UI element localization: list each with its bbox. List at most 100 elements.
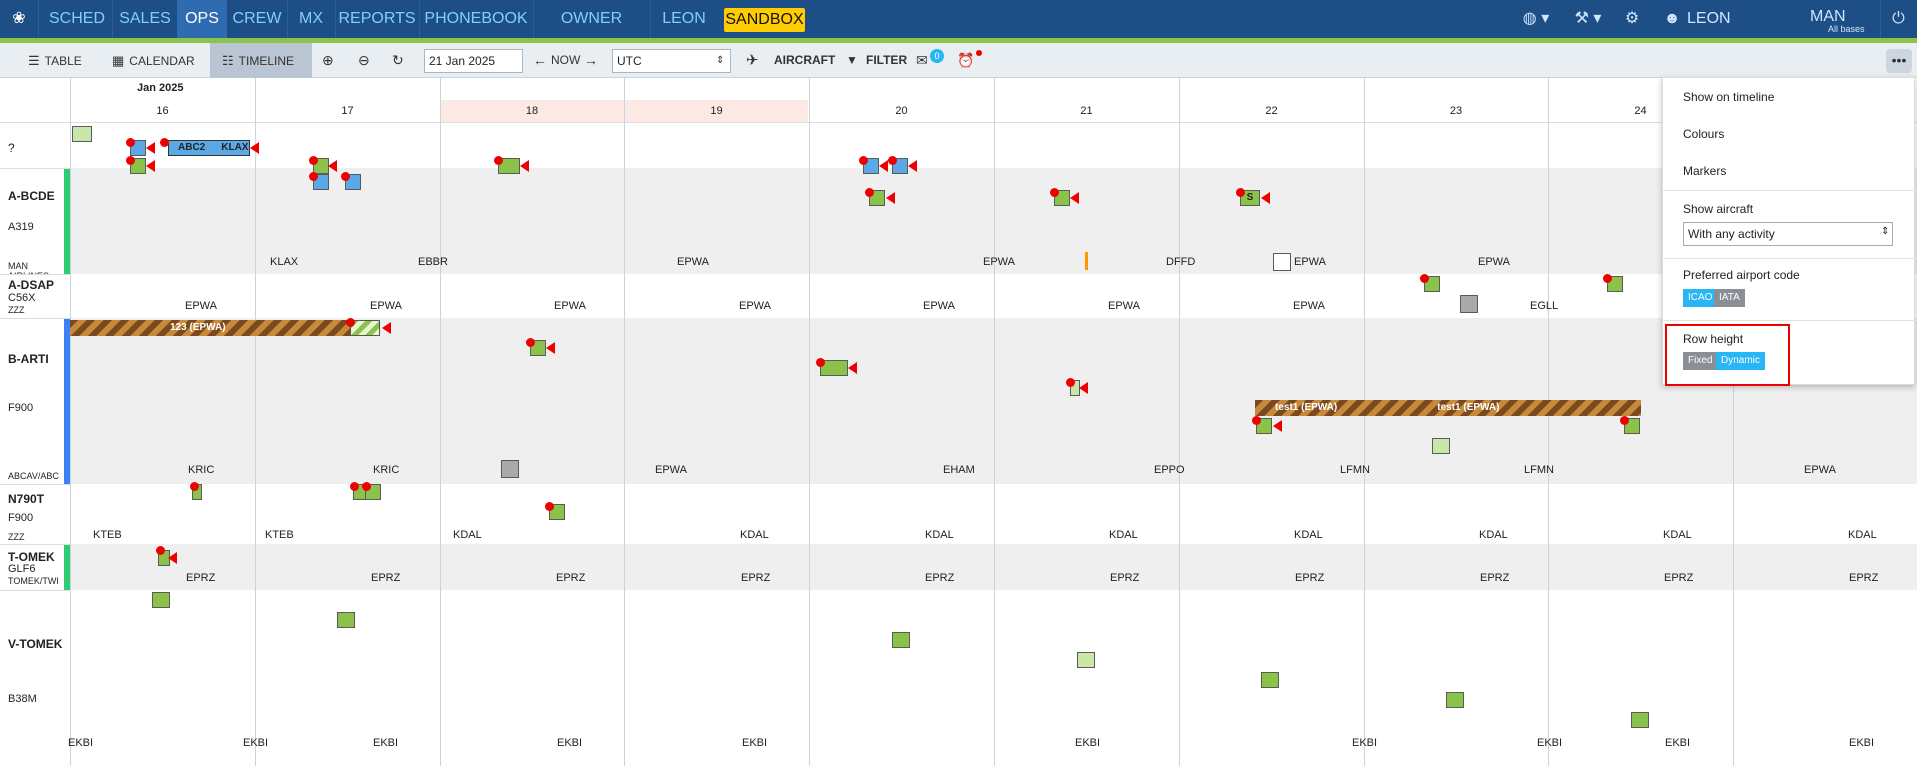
airplane-icon: ✈ <box>746 52 759 69</box>
refresh-icon[interactable]: ↻ <box>392 43 412 78</box>
airport-code: EPRZ <box>186 572 216 584</box>
lane-label-a-dsap[interactable]: A-DSAP C56X ZZZ <box>0 274 70 318</box>
airport-code: EPPO <box>1154 464 1185 476</box>
nav-divider <box>533 0 534 38</box>
zoom-out-icon[interactable]: ⊖ <box>358 43 378 78</box>
nav-phonebook[interactable]: PHONEBOOK <box>421 0 531 38</box>
lane-label-t-omek[interactable]: T-OMEK GLF6 TOMEK/TWI <box>0 544 70 591</box>
globe-icon[interactable]: ◍ ▾ <box>1516 0 1556 38</box>
airport-code: KRIC <box>188 464 215 476</box>
maintenance-bar-label: 123 (EPWA) <box>170 322 226 333</box>
nav-leon[interactable]: LEON <box>652 0 716 38</box>
airport-code: KDAL <box>740 529 769 541</box>
warning-marker <box>1070 192 1079 204</box>
day-column <box>1548 78 1549 766</box>
warning-marker <box>328 160 337 172</box>
date-input[interactable]: 21 Jan 2025 <box>424 49 523 73</box>
empty-flight-block[interactable] <box>1273 253 1291 271</box>
flight-block[interactable] <box>152 592 170 608</box>
lane-label-unknown[interactable]: ? <box>0 122 70 168</box>
markers-item[interactable]: Markers <box>1683 164 1726 178</box>
alarm-clock-icon[interactable]: ⏰ <box>957 43 977 78</box>
flight-block-label: S <box>1246 192 1254 203</box>
flight-bar[interactable]: ABC2 KLAX <box>168 140 250 156</box>
arrow-left-icon[interactable]: ← <box>533 43 547 78</box>
mail-count-badge: 0 <box>930 49 944 63</box>
nav-mx[interactable]: MX <box>289 0 333 38</box>
nav-ops[interactable]: OPS <box>177 0 227 38</box>
day-header: 20 <box>895 105 908 117</box>
warning-marker <box>546 342 555 354</box>
iata-toggle[interactable]: IATA <box>1714 289 1745 307</box>
alert-dot <box>126 156 135 165</box>
airport-code: EPWA <box>677 256 709 268</box>
zoom-in-icon[interactable]: ⊕ <box>322 43 342 78</box>
nav-reports[interactable]: REPORTS <box>337 0 417 38</box>
flight-block[interactable] <box>892 632 910 648</box>
warning-marker <box>848 362 857 374</box>
aircraft-owner: ABCAV/ABC <box>8 471 59 481</box>
timezone-select[interactable]: UTC <box>612 49 731 73</box>
aircraft-button[interactable]: AIRCRAFT <box>774 43 835 78</box>
user-name-link[interactable]: LEON SUPPORT <box>1687 0 1802 65</box>
lane-label-v-tomek[interactable]: V-TOMEK B38M <box>0 590 70 766</box>
airport-code: KDAL <box>1109 529 1138 541</box>
lane-label-b-arti[interactable]: B-ARTI F900 ABCAV/ABC <box>0 318 70 485</box>
flight-block[interactable] <box>1460 295 1478 313</box>
maintenance-bar[interactable]: 123 (EPWA) <box>70 320 350 336</box>
gear-icon[interactable]: ⚙ <box>1618 0 1646 38</box>
lane-color-bar <box>64 169 70 275</box>
alert-dot <box>1252 416 1261 425</box>
icao-toggle[interactable]: ICAO <box>1683 289 1718 307</box>
lane-label-a-bcde[interactable]: A-BCDE A319 MAN AIRLINES <box>0 168 70 281</box>
alert-dot <box>1066 378 1075 387</box>
show-on-timeline-item[interactable]: Show on timeline <box>1683 90 1774 104</box>
warning-marker <box>879 160 888 172</box>
lane-label-n790t[interactable]: N790T F900 ZZZ <box>0 484 70 544</box>
nav-divider <box>335 0 336 38</box>
alert-dot <box>309 156 318 165</box>
show-aircraft-select[interactable]: With any activity <box>1683 222 1893 246</box>
airport-code: KDAL <box>925 529 954 541</box>
filter-button[interactable]: FILTER <box>866 43 907 78</box>
arrow-right-icon[interactable]: → <box>584 43 598 78</box>
user-icon: ☻ <box>1663 10 1681 27</box>
flight-block[interactable] <box>337 612 355 628</box>
alert-dot <box>888 156 897 165</box>
colours-item[interactable]: Colours <box>1683 127 1724 141</box>
timeline-view-button[interactable]: ☷ TIMELINE <box>210 43 312 78</box>
maintenance-bar[interactable]: test1 (EPWA) test1 (EPWA) <box>1255 400 1641 416</box>
airport-code: KTEB <box>265 529 294 541</box>
day-header: 21 <box>1080 105 1093 117</box>
alert-dot <box>865 188 874 197</box>
flight-block[interactable] <box>1432 438 1450 454</box>
table-view-button[interactable]: ☰ TABLE <box>20 43 92 78</box>
flight-block[interactable] <box>1077 652 1095 668</box>
aircraft-type: B38M <box>8 693 37 705</box>
power-icon[interactable]: ⏻ <box>1880 0 1916 38</box>
alert-dot <box>309 172 318 181</box>
airport-code: KDAL <box>453 529 482 541</box>
flight-block[interactable] <box>1631 712 1649 728</box>
nav-sales[interactable]: SALES <box>114 0 176 38</box>
flight-block[interactable] <box>501 460 519 478</box>
more-options-button[interactable]: ••• <box>1886 49 1912 73</box>
flight-block[interactable] <box>72 126 92 142</box>
flight-block[interactable] <box>1261 672 1279 688</box>
paw-logo-icon[interactable]: ❀ <box>0 0 38 38</box>
calendar-view-button[interactable]: ▦ CALENDAR <box>104 43 204 78</box>
now-button[interactable]: NOW <box>551 43 583 78</box>
row-height-highlight <box>1665 324 1790 386</box>
alert-dot <box>1420 274 1429 283</box>
airport-code: EKBI <box>1849 737 1875 749</box>
flight-block[interactable] <box>1446 692 1464 708</box>
nav-crew[interactable]: CREW <box>229 0 285 38</box>
alert-dot <box>341 172 350 181</box>
nav-owner-board[interactable]: OWNER BOARD <box>535 0 648 65</box>
nav-sched[interactable]: SCHED <box>44 0 110 38</box>
show-aircraft-label: Show aircraft <box>1683 202 1754 216</box>
airport-code: EPRZ <box>1110 572 1140 584</box>
airport-code: KDAL <box>1848 529 1877 541</box>
wrench-icon[interactable]: ⚒ ▾ <box>1568 0 1608 38</box>
sandbox-badge: SANDBOX <box>724 8 805 32</box>
